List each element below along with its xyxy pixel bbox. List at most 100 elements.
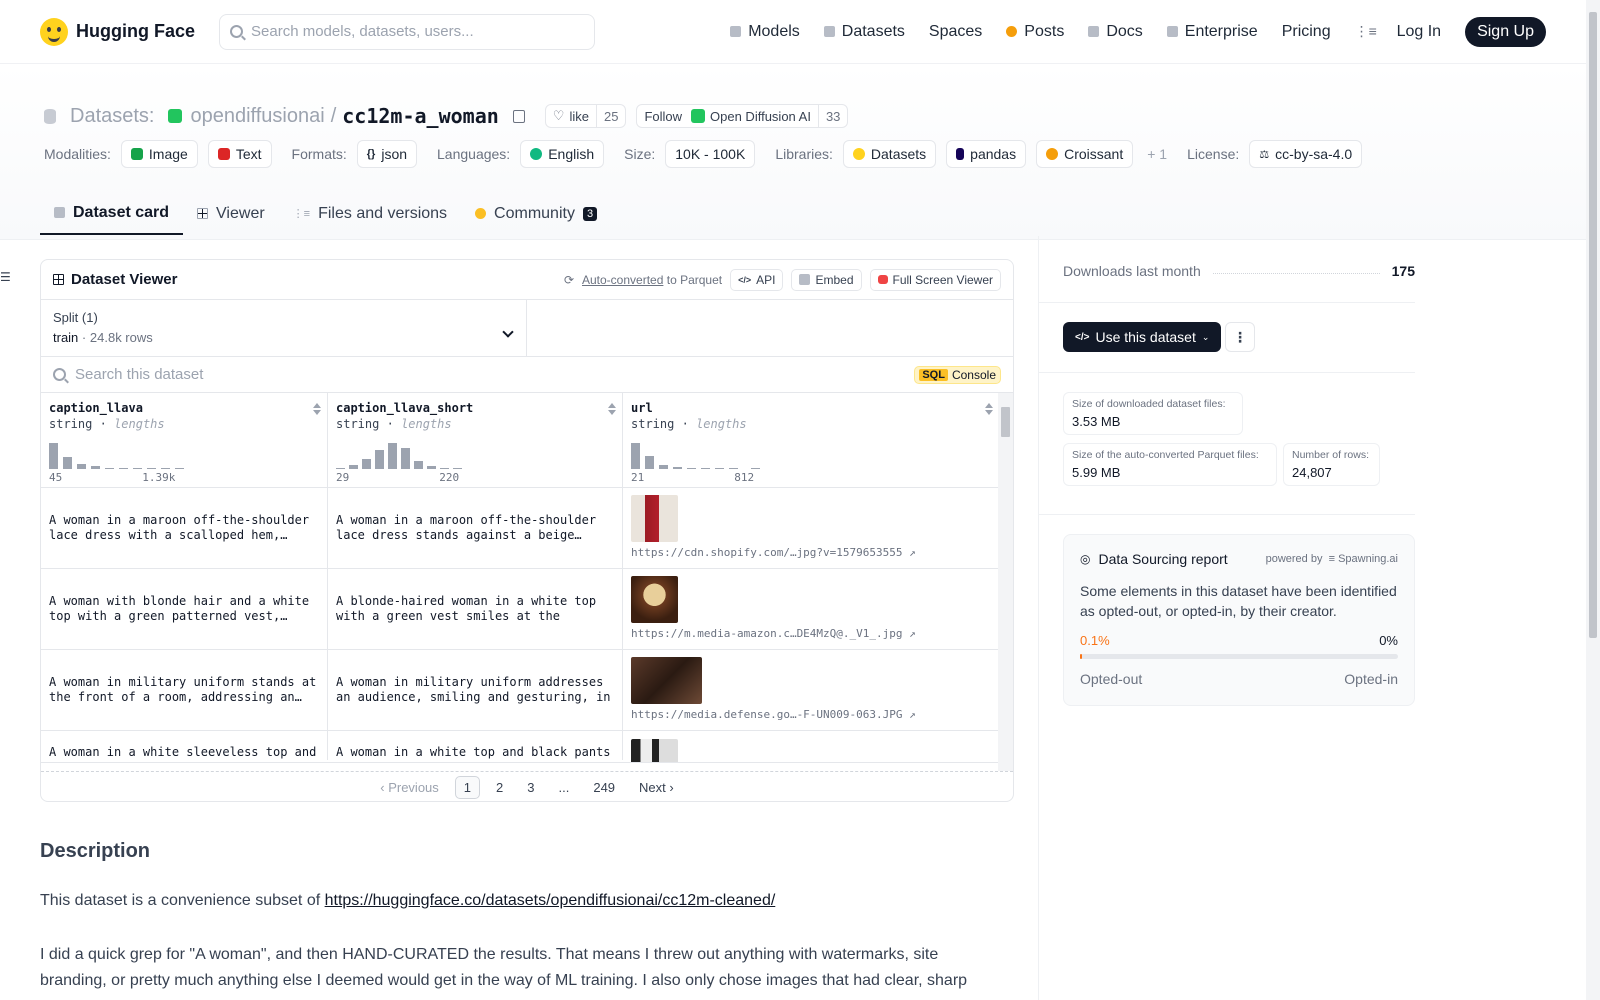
tab-viewer[interactable]: Viewer	[183, 192, 279, 235]
copy-icon[interactable]	[512, 109, 525, 123]
embed-button[interactable]: Embed	[791, 268, 862, 291]
table-cell[interactable]: A woman in a white sleeveless top and	[41, 731, 328, 760]
tag-image-label: Image	[148, 146, 188, 162]
column-header[interactable]: caption_llava_short string · lengths 29 2…	[328, 393, 623, 487]
table-cell[interactable]: A woman in military uniform stands at th…	[41, 650, 328, 730]
data-table: caption_llava string · lengths 45 1.39k	[41, 393, 999, 763]
toc-toggle-icon[interactable]: ☰	[0, 270, 11, 284]
tag-json[interactable]: {} json	[356, 140, 418, 168]
histogram-bar	[91, 466, 100, 469]
prev-page-button[interactable]: ‹ Previous	[372, 777, 447, 798]
page-scroll-thumb[interactable]	[1589, 12, 1597, 638]
table-cell[interactable]: https://media.defense.go…-F-UN009-063.JP…	[623, 650, 999, 730]
use-dataset-button[interactable]: </> Use this dataset ⌄	[1063, 322, 1222, 352]
tag-lib-datasets[interactable]: Datasets	[842, 140, 937, 168]
tag-text[interactable]: Text	[207, 140, 272, 168]
table-scroll-thumb[interactable]	[1001, 407, 1010, 437]
powered-by[interactable]: powered by ≡ Spawning.ai	[1266, 553, 1398, 565]
tab-community[interactable]: Community 3	[461, 192, 611, 235]
tag-lib-croissant[interactable]: Croissant	[1036, 140, 1134, 168]
signup-button[interactable]: Sign Up	[1465, 16, 1546, 47]
more-menu-icon[interactable]: ⋮≡	[1355, 23, 1377, 40]
page-2[interactable]: 2	[488, 777, 511, 798]
page-3[interactable]: 3	[519, 777, 542, 798]
table-row[interactable]: A woman in a white sleeveless top and A …	[41, 731, 999, 763]
dataset-search-input[interactable]: Search this dataset SQL Console	[41, 357, 1013, 393]
org-avatar	[168, 109, 183, 123]
tag-lib-pandas[interactable]: pandas	[946, 140, 1027, 168]
table-row[interactable]: A woman in a maroon off-the-shoulder lac…	[41, 488, 999, 569]
sort-icon[interactable]	[985, 403, 993, 415]
image-thumbnail[interactable]	[631, 739, 678, 762]
page-1[interactable]: 1	[454, 776, 481, 799]
section-link[interactable]: Datasets:	[70, 105, 154, 128]
text-icon	[217, 148, 230, 160]
image-url-link[interactable]: https://m.media-amazon.c…DE4MzQ@._V1_.jp…	[631, 626, 916, 641]
api-button[interactable]: </> API	[730, 268, 784, 291]
cc12m-cleaned-link[interactable]: https://huggingface.co/datasets/opendiff…	[325, 892, 776, 909]
table-cell[interactable]: https://m.media-amazon.c…DE4MzQ@._V1_.jp…	[623, 569, 999, 649]
repo-title: Datasets: opendiffusionai / cc12m-a_woma…	[44, 104, 849, 128]
tab-dataset-card[interactable]: Dataset card	[40, 192, 184, 235]
files-icon: ⋮≡	[292, 208, 311, 220]
page-scrollbar[interactable]	[1586, 0, 1600, 1000]
nav-enterprise[interactable]: Enterprise	[1166, 23, 1258, 41]
table-row[interactable]: A woman with blonde hair and a white top…	[41, 569, 999, 650]
sort-icon[interactable]	[313, 403, 321, 415]
split-selector[interactable]: Split (1) train · 24.8k rows	[41, 300, 527, 356]
image-url-link[interactable]: https://cdn.shopify.com/…jpg?v=157965355…	[631, 545, 916, 560]
viewer-title: Dataset Viewer	[53, 271, 177, 288]
like-button[interactable]: ♡ like 25	[544, 104, 627, 128]
tag-english[interactable]: English	[520, 140, 605, 168]
libraries-more[interactable]: + 1	[1147, 146, 1167, 162]
description-paragraph-2: I did a quick grep for "A woman", and th…	[40, 946, 968, 989]
column-header[interactable]: caption_llava string · lengths 45 1.39k	[41, 393, 328, 487]
sql-console-button[interactable]: SQL Console	[914, 365, 1001, 384]
auto-converted-link[interactable]: Auto-converted	[582, 273, 663, 287]
page-last[interactable]: 249	[585, 777, 623, 798]
org-link[interactable]: opendiffusionai	[190, 105, 324, 128]
right-sidebar: Downloads last month 175 </> Use this dat…	[1038, 236, 1586, 1000]
table-scrollbar[interactable]	[998, 393, 1013, 771]
sort-icon[interactable]	[608, 403, 616, 415]
fullscreen-button[interactable]: Full Screen Viewer	[869, 268, 1001, 291]
languages-label: Languages:	[437, 146, 511, 162]
image-thumbnail[interactable]	[631, 495, 678, 542]
tab-files[interactable]: ⋮≡ Files and versions	[279, 192, 461, 235]
login-link[interactable]: Log In	[1397, 23, 1441, 41]
downloads-count: 175	[1391, 263, 1415, 279]
table-cell[interactable]: https://cdn.shopify.com/…jpg?v=157965355…	[623, 488, 999, 568]
tag-license[interactable]: ⚖ cc-by-sa-4.0	[1249, 140, 1363, 168]
image-thumbnail[interactable]	[631, 657, 702, 704]
nav-spaces[interactable]: Spaces	[0, 23, 982, 144]
global-search-input[interactable]: Search models, datasets, users...	[219, 13, 596, 50]
image-thumbnail[interactable]	[631, 576, 678, 623]
cell-text: A blonde-haired woman in a white top wit…	[336, 594, 597, 623]
table-cell[interactable]: A woman in a maroon off-the-shoulder lac…	[41, 488, 328, 568]
table-icon	[197, 208, 209, 219]
spawning-logo-icon: ≡	[1328, 553, 1335, 565]
nav-docs[interactable]: Docs	[1088, 23, 1143, 41]
table-cell[interactable]: A woman with blonde hair and a white top…	[41, 569, 328, 649]
dataset-name[interactable]: cc12m-a_woman	[342, 104, 499, 128]
follow-button[interactable]: Follow Open Diffusion AI 33	[636, 104, 849, 128]
nav-datasets[interactable]: Datasets	[823, 23, 905, 41]
tag-image[interactable]: Image	[120, 140, 198, 168]
table-cell[interactable]: A woman in military uniform addresses an…	[328, 650, 623, 730]
table-cell[interactable]: A woman in a maroon off-the-shoulder lac…	[328, 488, 623, 568]
nav-models[interactable]: Models	[730, 23, 800, 41]
hf-datasets-icon	[852, 148, 865, 160]
next-page-button[interactable]: Next ›	[631, 777, 682, 798]
hf-logo[interactable]: Hugging Face	[40, 17, 195, 46]
nav-pricing[interactable]: Pricing	[1282, 23, 1331, 41]
more-options-button[interactable]: ⋮	[1225, 322, 1255, 352]
table-row[interactable]: A woman in military uniform stands at th…	[41, 650, 999, 731]
nav-posts[interactable]: Posts	[1006, 23, 1064, 41]
image-url-link[interactable]: https://media.defense.go…-F-UN009-063.JP…	[631, 707, 916, 722]
column-type-sub: lengths	[696, 417, 747, 431]
table-cell[interactable]: A woman in a white top and black pants	[328, 731, 623, 760]
table-cell[interactable]: A blonde-haired woman in a white top wit…	[328, 569, 623, 649]
tag-size[interactable]: 10K - 100K	[665, 140, 756, 168]
table-cell[interactable]	[623, 731, 999, 762]
column-header[interactable]: url string · lengths 21 812	[623, 393, 999, 487]
